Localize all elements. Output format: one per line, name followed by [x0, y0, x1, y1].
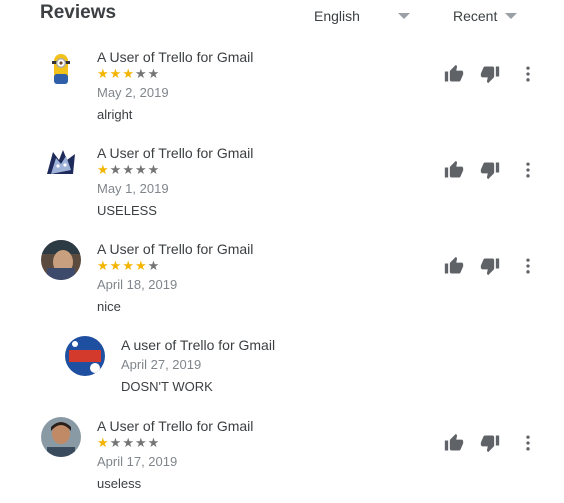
thumbs-up-button[interactable] [442, 254, 466, 278]
thumbs-down-icon [480, 162, 500, 180]
more-options-button[interactable] [516, 62, 540, 86]
thumbs-up-icon [444, 64, 464, 82]
star-icon: ★ [109, 435, 122, 450]
star-icon: ★ [147, 435, 160, 450]
thumbs-down-button[interactable] [478, 158, 502, 182]
star-icon: ★ [97, 435, 109, 450]
thumbs-up-icon [444, 160, 464, 178]
review-date: April 18, 2019 [97, 277, 178, 292]
star-icon: ★ [109, 66, 122, 81]
more-options-button[interactable] [516, 431, 540, 455]
star-rating: ★ ★ ★ ★ ★ [97, 67, 159, 80]
star-icon: ★ [122, 162, 134, 177]
photo-avatar [41, 240, 81, 280]
star-icon: ★ [134, 66, 147, 81]
sort-dropdown-label: Recent [453, 8, 498, 24]
star-icon: ★ [134, 435, 147, 450]
review-item: A User of Trello for Gmail ★ ★ ★ ★ ★ May 1, … [0, 140, 564, 230]
review-text: USELESS [97, 203, 157, 218]
review-actions [442, 158, 540, 182]
page-title: Reviews [40, 2, 117, 23]
review-text: alright [97, 107, 133, 122]
more-options-button[interactable] [516, 158, 540, 182]
developer-reply: A user of Trello for Gmail April 27, 201… [0, 332, 564, 402]
star-icon: ★ [122, 435, 134, 450]
star-icon: ★ [109, 258, 122, 273]
language-dropdown-label: English [314, 8, 360, 24]
more-options-button[interactable] [516, 254, 540, 278]
star-rating: ★ ★ ★ ★ ★ [97, 436, 159, 449]
star-icon: ★ [134, 258, 147, 273]
star-icon: ★ [97, 258, 109, 273]
minion-avatar [41, 48, 81, 88]
star-icon: ★ [122, 66, 134, 81]
more-vert-icon [526, 162, 530, 178]
star-rating: ★ ★ ★ ★ ★ [97, 163, 159, 176]
more-vert-icon [526, 66, 530, 82]
review-item: A User of Trello for Gmail ★ ★ ★ ★ ★ April 1… [0, 236, 564, 326]
review-date: April 17, 2019 [97, 454, 178, 469]
thumbs-down-button[interactable] [478, 254, 502, 278]
thumbs-up-button[interactable] [442, 158, 466, 182]
reviewer-name: A User of Trello for Gmail [97, 418, 254, 434]
wolf-avatar [41, 144, 81, 184]
reply-date: April 27, 2019 [121, 357, 202, 372]
thumbs-down-button[interactable] [478, 62, 502, 86]
chevron-down-icon [397, 13, 410, 19]
reply-author-name: A user of Trello for Gmail [121, 337, 276, 353]
thumbs-up-icon [444, 256, 464, 274]
review-actions [442, 254, 540, 278]
reviewer-name: A User of Trello for Gmail [97, 145, 254, 161]
review-date: May 2, 2019 [97, 85, 169, 100]
reviewer-name: A User of Trello for Gmail [97, 241, 254, 257]
review-item: A User of Trello for Gmail ★ ★ ★ ★ ★ May 2, … [0, 44, 564, 134]
reviewer-name: A User of Trello for Gmail [97, 49, 254, 65]
chevron-down-icon [505, 13, 518, 19]
star-icon: ★ [109, 162, 122, 177]
star-icon: ★ [122, 258, 134, 273]
star-icon: ★ [147, 162, 160, 177]
thumbs-up-button[interactable] [442, 62, 466, 86]
sort-dropdown[interactable]: Recent [453, 8, 518, 24]
star-icon: ★ [147, 258, 160, 273]
thumbs-down-icon [480, 435, 500, 453]
star-icon: ★ [134, 162, 147, 177]
person-avatar [41, 417, 81, 457]
star-icon: ★ [97, 66, 109, 81]
review-actions [442, 62, 540, 86]
more-vert-icon [526, 435, 530, 451]
star-rating: ★ ★ ★ ★ ★ [97, 259, 159, 272]
review-text: useless [97, 476, 142, 491]
star-icon: ★ [97, 162, 109, 177]
language-dropdown[interactable]: English [314, 8, 410, 24]
review-date: May 1, 2019 [97, 181, 169, 196]
more-vert-icon [526, 258, 530, 274]
review-text: nice [97, 299, 121, 314]
thumbs-up-icon [444, 433, 464, 451]
thumbs-down-icon [480, 66, 500, 84]
star-wars-avatar [65, 336, 105, 376]
star-icon: ★ [147, 66, 160, 81]
thumbs-down-icon [480, 258, 500, 276]
reply-text: DOSN'T WORK [121, 379, 213, 394]
thumbs-up-button[interactable] [442, 431, 466, 455]
review-actions [442, 431, 540, 455]
review-item: A User of Trello for Gmail ★ ★ ★ ★ ★ April 1… [0, 413, 564, 503]
thumbs-down-button[interactable] [478, 431, 502, 455]
